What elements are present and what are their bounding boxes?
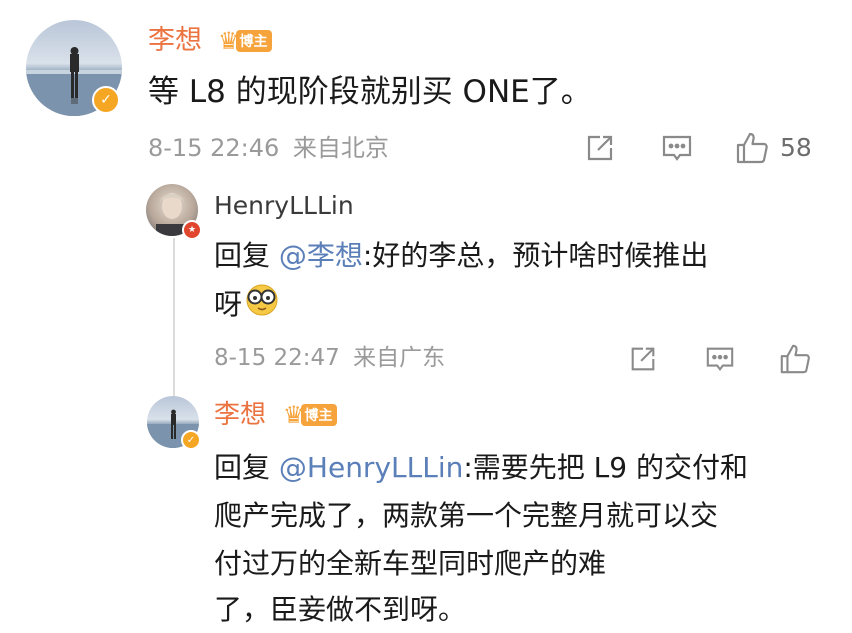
emoji-glasses-icon bbox=[244, 282, 280, 327]
reply2-mention[interactable]: @HenryLLLin bbox=[279, 451, 463, 484]
reply2-prefix: 回复 bbox=[214, 451, 279, 484]
like-icon[interactable] bbox=[734, 130, 770, 166]
reply1-mention[interactable]: @李想 bbox=[279, 239, 363, 272]
verified-icon-small: ✓ bbox=[181, 430, 201, 450]
comment-author[interactable]: 李想 bbox=[148, 24, 202, 58]
reply1-prefix: 回复 bbox=[214, 239, 279, 272]
reply2-text-line4: 了，臣妾做不到呀。 bbox=[214, 593, 467, 626]
share-icon[interactable] bbox=[584, 132, 616, 164]
reply2-blogger-badge: ♛ 博主 bbox=[283, 400, 337, 430]
blogger-badge-label: 博主 bbox=[235, 30, 272, 52]
reply2-text-line1: 回复 @HenryLLLin:需要先把 L9 的交付和 bbox=[214, 448, 748, 488]
comment-meta: 8-15 22:46 来自北京 bbox=[148, 132, 389, 164]
reply1-text-line1: 回复 @李想:好的李总，预计啥时候推出 bbox=[214, 236, 708, 276]
reply1-line1: :好的李总，预计啥时候推出 bbox=[362, 239, 709, 272]
like-count: 58 bbox=[780, 133, 812, 162]
blogger-badge: ♛ 博主 bbox=[218, 26, 272, 56]
reply1-like-icon[interactable] bbox=[778, 342, 812, 376]
thread-line bbox=[173, 238, 175, 396]
comment-icon[interactable] bbox=[660, 132, 694, 164]
reply1-author[interactable]: HenryLLLin bbox=[214, 190, 354, 222]
verified-icon: ✓ bbox=[92, 86, 120, 114]
reply2-text-line2: 爬产完成了，两款第一个完整月就可以交 bbox=[214, 499, 719, 532]
reply2-text-line3: 付过万的全新车型同时爬产的难 bbox=[214, 547, 607, 580]
reply1-line2: 呀 bbox=[214, 287, 243, 321]
verified-icon-red: ★ bbox=[182, 220, 202, 240]
reply2-author[interactable]: 李想 bbox=[214, 398, 266, 432]
reply1-source: 来自广东 bbox=[353, 345, 446, 371]
comment-text: 等 L8 的现阶段就别买 ONE了。 bbox=[148, 74, 592, 110]
reply1-share-icon[interactable] bbox=[628, 344, 658, 374]
comment-source: 来自北京 bbox=[292, 134, 389, 162]
comment-time: 8-15 22:46 bbox=[148, 134, 280, 162]
reply2-line1: :需要先把 L9 的交付和 bbox=[463, 451, 748, 484]
reply1-time: 8-15 22:47 bbox=[214, 345, 340, 371]
truncation-fade bbox=[672, 548, 792, 588]
reply1-text-line2: 呀 bbox=[214, 282, 280, 327]
reply1-meta: 8-15 22:47 来自广东 bbox=[214, 342, 445, 374]
reply2-badge-label: 博主 bbox=[300, 404, 337, 426]
reply1-comment-icon[interactable] bbox=[704, 344, 736, 374]
